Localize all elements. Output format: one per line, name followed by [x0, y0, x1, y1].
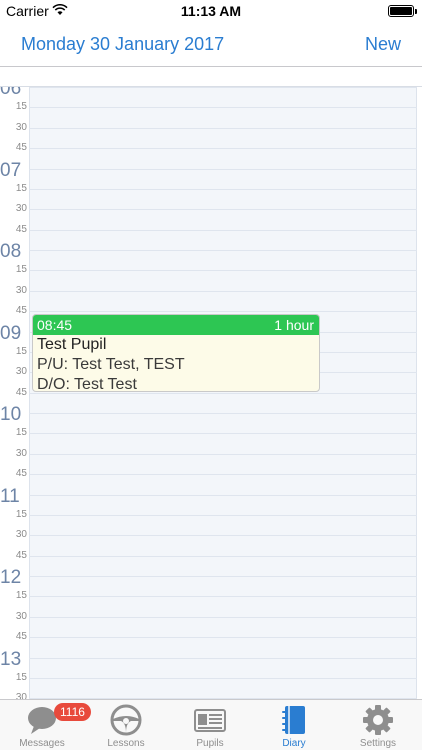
- minute-label: 30: [15, 284, 27, 296]
- hour-label: 12: [0, 567, 22, 588]
- day-timeline[interactable]: 06 15 30 45 07 15 30 45 08 15 30 45 09 15 30 45 10 15 30 45…: [0, 87, 422, 699]
- tab-bar: 1116 Messages Lessons Pupils Diary Setti…: [0, 699, 422, 750]
- minute-label: 15: [15, 427, 27, 439]
- quarter-gridline: [29, 474, 417, 476]
- minute-label: 45: [15, 305, 27, 317]
- minute-label: 30: [15, 121, 27, 133]
- hour-gridline: [29, 250, 417, 251]
- minute-label: 45: [15, 142, 27, 154]
- event-header: 08:45 1 hour: [33, 315, 319, 335]
- minute-label: 30: [15, 447, 27, 459]
- quarter-gridline: [29, 535, 417, 537]
- event-time: 08:45: [37, 317, 73, 333]
- minute-label: 15: [15, 508, 27, 520]
- tab-pupils[interactable]: Pupils: [168, 700, 252, 750]
- gear-icon: [363, 705, 393, 735]
- quarter-gridline: [29, 514, 417, 516]
- minute-label: 15: [15, 101, 27, 113]
- minute-label: 15: [15, 345, 27, 357]
- minute-label: 15: [15, 264, 27, 276]
- tab-diary[interactable]: Diary: [252, 700, 336, 750]
- minute-label: 15: [15, 182, 27, 194]
- status-bar: Carrier 11:13 AM: [0, 0, 422, 24]
- tab-label-diary: Diary: [282, 738, 306, 749]
- quarter-gridline: [29, 555, 417, 557]
- status-time: 11:13 AM: [180, 3, 242, 19]
- hour-label: 11: [0, 485, 20, 507]
- quarter-gridline: [29, 637, 417, 639]
- minute-label: 15: [15, 671, 27, 683]
- quarter-gridline: [29, 392, 417, 394]
- quarter-gridline: [29, 453, 417, 455]
- navigation-bar: Monday 30 January 2017 New: [0, 24, 422, 66]
- all-day-row[interactable]: [0, 67, 422, 87]
- quarter-gridline: [29, 290, 417, 292]
- quarter-gridline: [29, 677, 417, 679]
- quarter-gridline: [29, 433, 417, 435]
- steering-wheel-icon: [110, 704, 142, 736]
- notebook-icon: [282, 706, 305, 734]
- battery-tip: [415, 9, 417, 14]
- tab-lessons[interactable]: Lessons: [84, 700, 168, 750]
- minute-label: 30: [15, 529, 27, 541]
- quarter-gridline: [29, 270, 417, 272]
- quarter-gridline: [29, 107, 417, 109]
- tab-label-messages: Messages: [19, 738, 65, 749]
- minute-label: 15: [15, 590, 27, 602]
- hour-label: 06: [0, 87, 22, 99]
- quarter-gridline: [29, 127, 417, 129]
- hour-gridline: [29, 657, 417, 659]
- hour-gridline: [29, 494, 417, 496]
- hour-label: 07: [0, 159, 22, 181]
- hour-label: 13: [0, 648, 22, 670]
- tab-label-pupils: Pupils: [196, 738, 224, 749]
- event-pickup: P/U: Test Test, TEST: [37, 356, 185, 373]
- minute-label: 45: [15, 549, 27, 561]
- lesson-event[interactable]: 08:45 1 hour Test Pupil P/U: Test Test, …: [32, 314, 320, 392]
- quarter-gridline: [29, 188, 417, 190]
- tab-label-settings: Settings: [359, 738, 397, 749]
- tab-messages[interactable]: 1116 Messages: [0, 700, 91, 750]
- hour-gridline: [29, 576, 417, 577]
- event-duration: 1 hour: [274, 317, 314, 333]
- quarter-gridline: [29, 148, 417, 150]
- minute-label: 45: [15, 223, 27, 235]
- minute-label: 45: [15, 631, 27, 643]
- minute-label: 30: [15, 610, 27, 622]
- quarter-gridline: [29, 209, 417, 211]
- speech-bubble-icon: [28, 707, 56, 734]
- hour-label: 09: [0, 322, 22, 344]
- battery-icon: [388, 5, 414, 17]
- event-dropoff: D/O: Test Test: [37, 376, 137, 392]
- quarter-gridline: [29, 229, 417, 231]
- hour-label: 10: [0, 404, 22, 425]
- date-title[interactable]: Monday 30 January 2017: [21, 34, 224, 55]
- quarter-gridline: [29, 616, 417, 618]
- hour-gridline: [29, 168, 417, 170]
- hour-label: 08: [0, 241, 22, 262]
- new-button[interactable]: New: [365, 34, 401, 55]
- minute-label: 45: [15, 468, 27, 480]
- minute-label: 30: [15, 203, 27, 215]
- minute-label: 30: [15, 366, 27, 378]
- tab-label-lessons: Lessons: [107, 738, 145, 749]
- quarter-gridline: [29, 311, 417, 313]
- id-card-icon: [194, 709, 226, 732]
- quarter-gridline: [29, 596, 417, 598]
- tab-settings[interactable]: Settings: [336, 700, 420, 750]
- hour-gridline: [29, 87, 417, 88]
- minute-label: 45: [15, 386, 27, 398]
- hour-gridline: [29, 413, 417, 414]
- event-title: Test Pupil: [37, 336, 107, 353]
